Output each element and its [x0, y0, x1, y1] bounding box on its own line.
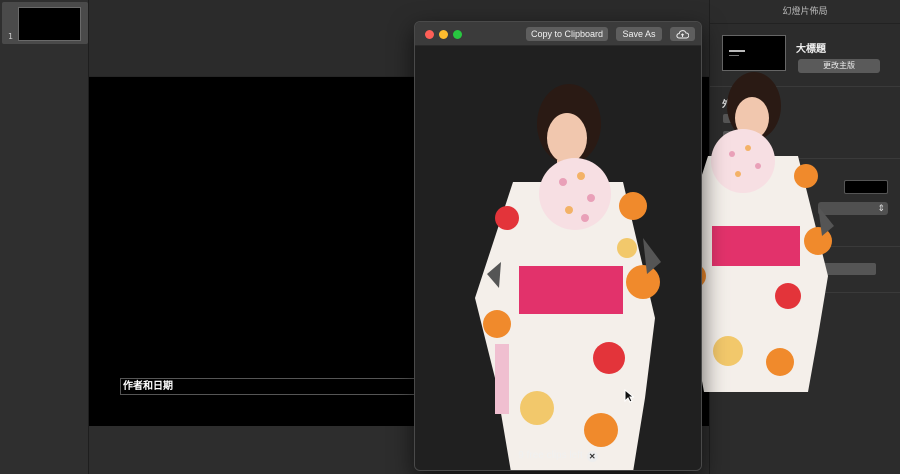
cloud-upload-icon — [676, 30, 689, 39]
clip-preview-window: Copy to Clipboard Save As 9 free clips l… — [414, 21, 702, 471]
layout-name: 大標題 — [796, 44, 826, 55]
background-color-well[interactable] — [844, 180, 888, 194]
save-as-button[interactable]: Save As — [616, 27, 662, 41]
free-clips-status: 9 free clips left ✕ — [415, 450, 701, 462]
copy-to-clipboard-button[interactable]: Copy to Clipboard — [526, 27, 608, 41]
subject-cutout-preview — [475, 84, 661, 470]
popup-stepper-icon: ⇕ — [877, 203, 885, 213]
slide-preview — [18, 7, 81, 41]
window-close-button[interactable] — [425, 30, 434, 39]
slide-number: 1 — [8, 32, 14, 41]
window-minimize-button[interactable] — [439, 30, 448, 39]
clip-preview-area: 9 free clips left ✕ — [415, 46, 701, 470]
inspector-title: 幻燈片佈局 — [710, 0, 900, 24]
slide-navigator: 1 — [0, 0, 89, 474]
upload-button[interactable] — [670, 27, 695, 41]
slide-thumbnail-1[interactable]: 1 — [2, 2, 88, 44]
layout-title-line — [729, 50, 745, 52]
window-titlebar[interactable]: Copy to Clipboard Save As — [415, 22, 701, 46]
close-icon[interactable]: ✕ — [586, 451, 598, 462]
window-zoom-button[interactable] — [453, 30, 462, 39]
layout-subtitle-line — [729, 55, 739, 56]
free-clips-label: 9 free clips left — [518, 450, 583, 461]
mouse-pointer-icon — [624, 389, 634, 403]
